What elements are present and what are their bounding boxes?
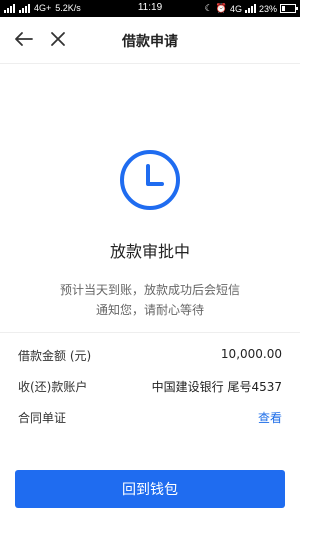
loan-amount-row: 借款金额 (元) 10,000.00 bbox=[18, 345, 282, 365]
loan-amount-label: 借款金额 (元) bbox=[18, 349, 92, 363]
status-bar-right: ☾ ⏰ 4G 23% bbox=[204, 3, 298, 14]
status-description-line2: 通知您，请耐心等待 bbox=[95, 303, 204, 317]
divider bbox=[0, 332, 300, 333]
contract-row: 合同单证 查看 bbox=[18, 407, 282, 427]
alarm-icon: ⏰ bbox=[215, 3, 227, 13]
page-title: 借款申请 bbox=[122, 34, 178, 50]
nav-bar: 借款申请 bbox=[0, 17, 300, 64]
account-value: 中国建设银行 尾号4537 bbox=[151, 380, 282, 394]
status-title: 放款审批中 bbox=[109, 242, 190, 261]
status-description: 预计当天到账，放款成功后会短信 通知您，请耐心等待 bbox=[0, 280, 300, 320]
signal-icon-right bbox=[244, 4, 256, 13]
contract-label: 合同单证 bbox=[18, 411, 67, 425]
loan-amount-value: 10,000.00 bbox=[220, 347, 282, 361]
contract-view-link[interactable]: 查看 bbox=[258, 409, 282, 426]
return-wallet-button[interactable]: 回到钱包 bbox=[15, 470, 285, 508]
status-description-line1: 预计当天到账，放款成功后会短信 bbox=[59, 283, 240, 297]
battery-icon bbox=[280, 4, 298, 13]
moon-icon: ☾ bbox=[204, 3, 213, 13]
network-type-right: 4G bbox=[229, 3, 242, 14]
status-bar: 4G+ 5.2K/s 11:19 ☾ ⏰ 4G 23% bbox=[0, 0, 300, 17]
battery-percent: 23% bbox=[258, 3, 277, 14]
account-row: 收(还)款账户 中国建设银行 尾号4537 bbox=[18, 376, 282, 396]
account-label: 收(还)款账户 bbox=[18, 380, 88, 394]
clock-icon bbox=[118, 148, 182, 212]
